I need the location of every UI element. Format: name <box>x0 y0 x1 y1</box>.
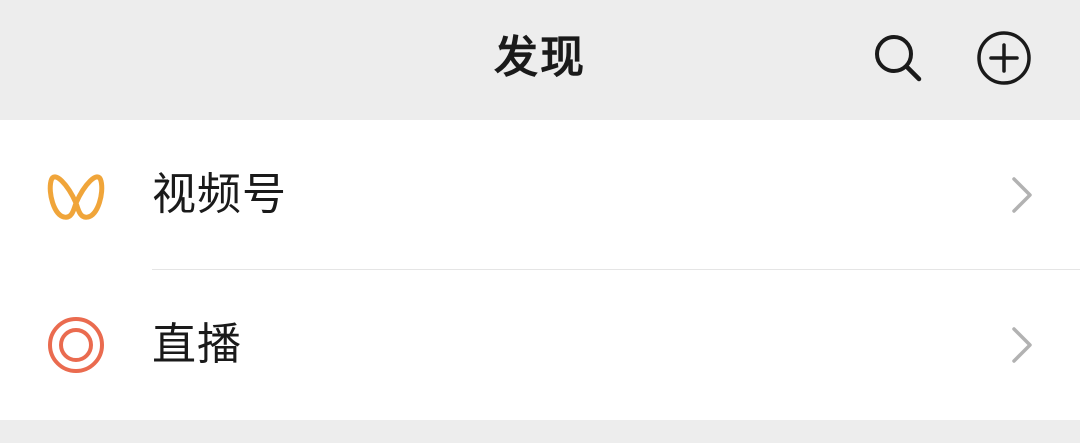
chevron-right-icon <box>1012 327 1032 363</box>
list-item-label: 视频号 <box>152 169 287 220</box>
list-item-label: 直播 <box>152 319 242 370</box>
discover-page: 发现 视频号 直播 <box>0 0 1080 443</box>
plus-circle-icon <box>977 31 1031 85</box>
live-icon <box>46 315 106 375</box>
list-item-live[interactable]: 直播 <box>0 270 1080 420</box>
search-icon <box>875 35 922 82</box>
channels-icon <box>46 165 106 225</box>
discover-list: 视频号 直播 <box>0 120 1080 420</box>
add-button[interactable] <box>976 30 1032 86</box>
list-item-channels[interactable]: 视频号 <box>0 120 1080 270</box>
nav-bar: 发现 <box>0 0 1080 118</box>
section-gap <box>0 420 1080 443</box>
chevron-right-icon <box>1012 177 1032 213</box>
search-button[interactable] <box>870 30 926 86</box>
